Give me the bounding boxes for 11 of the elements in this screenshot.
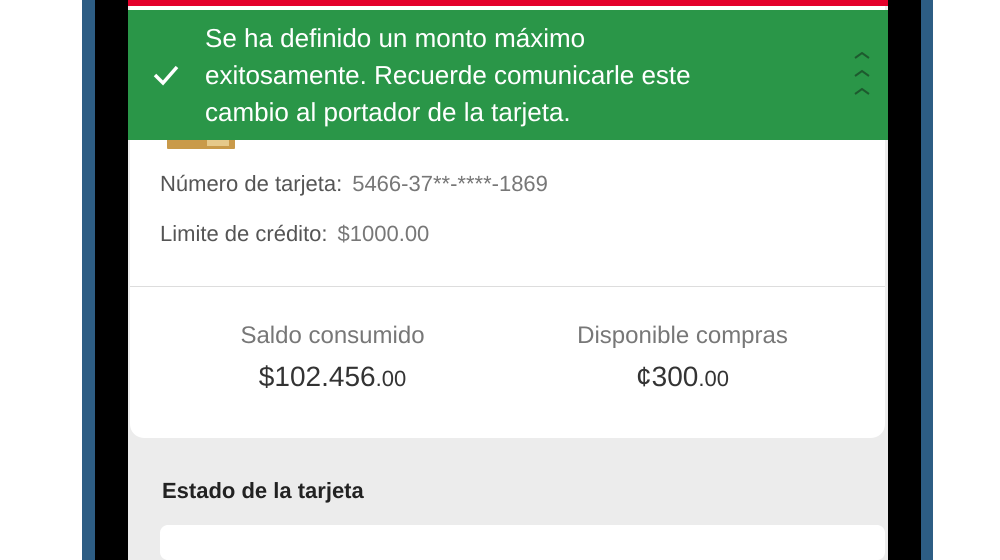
check-icon	[152, 64, 180, 86]
balance-label: Disponible compras	[577, 320, 788, 351]
section-title: Estado de la tarjeta	[162, 478, 364, 503]
detail-value: 5466-37**-****-1869	[352, 170, 548, 198]
detail-label: Número de tarjeta:	[160, 170, 342, 198]
balance-amount: $102.456.00	[258, 360, 406, 394]
detail-label: Limite de crédito:	[160, 220, 328, 248]
balance-amount: ¢300.00	[636, 360, 729, 394]
balance-label: Saldo consumido	[240, 320, 425, 351]
banner-message: Se ha definido un monto máximo exitosamente. Recuerde comunicarle este cambio al portador de la tarjeta.	[205, 22, 692, 128]
detail-value: $1000.00	[338, 220, 430, 248]
